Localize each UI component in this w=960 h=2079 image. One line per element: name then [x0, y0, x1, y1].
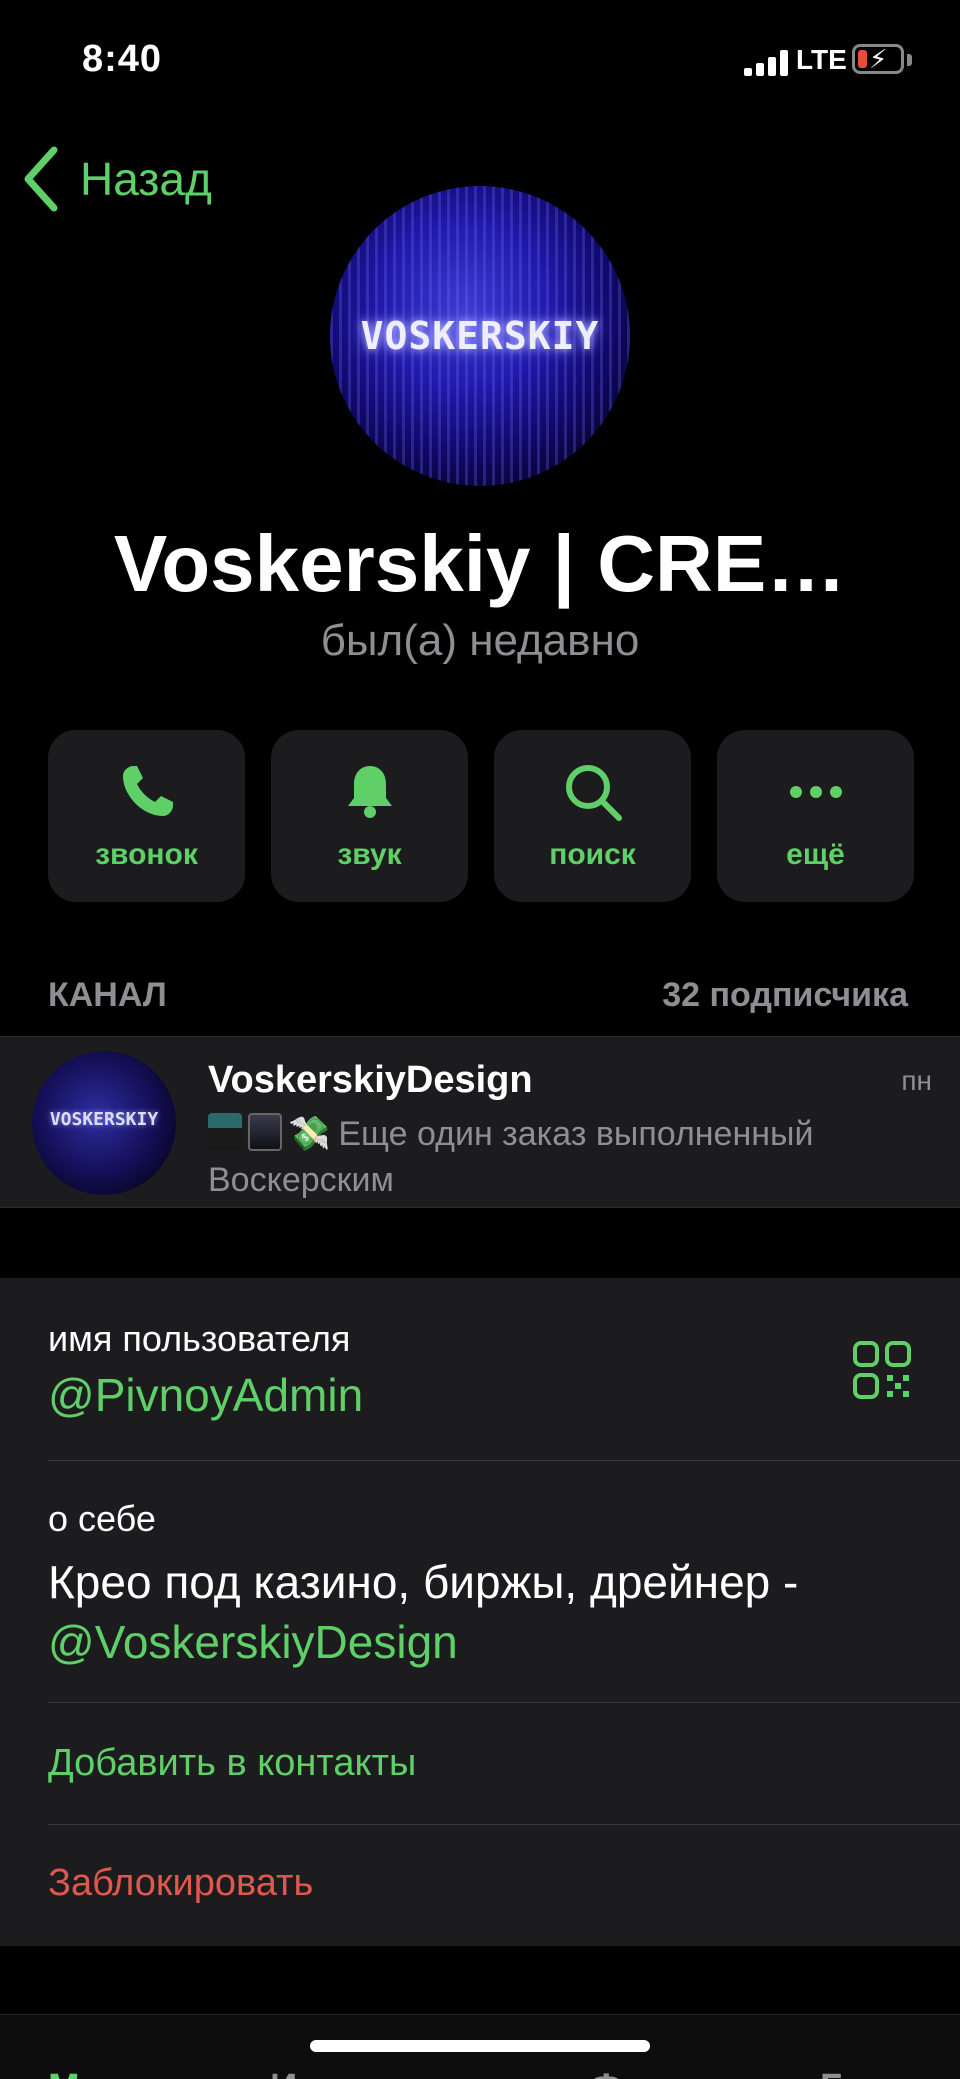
- search-button[interactable]: поиск: [494, 730, 691, 902]
- about-text: Крео под казино, биржы, дрейнер - @Voske…: [48, 1552, 928, 1672]
- back-label: Назад: [80, 153, 212, 205]
- status-time: 8:40: [82, 38, 163, 80]
- about-body: Крео под казино, биржы, дрейнер -: [48, 1556, 799, 1608]
- divider: [48, 1824, 960, 1825]
- battery-icon: ⚡: [852, 44, 904, 74]
- battery-cap: [907, 54, 912, 66]
- tab-favorites[interactable]: И: [270, 2067, 297, 2079]
- sound-label: звук: [337, 838, 402, 871]
- username-label: имя пользователя: [48, 1318, 351, 1359]
- qr-code-icon[interactable]: [852, 1340, 912, 1400]
- divider: [48, 1702, 960, 1703]
- more-label: ещё: [786, 838, 845, 871]
- search-label: поиск: [549, 838, 636, 871]
- about-row: о себе Крео под казино, биржы, дрейнер -…: [48, 1498, 960, 1672]
- channel-avatar: VOSKERSKIY: [32, 1051, 176, 1195]
- tab-media[interactable]: М: [48, 2067, 80, 2079]
- call-button[interactable]: звонок: [48, 730, 245, 902]
- home-indicator[interactable]: [310, 2040, 650, 2052]
- add-contact-button[interactable]: Добавить в контакты: [48, 1742, 960, 1785]
- tab-voice[interactable]: Г: [820, 2067, 842, 2079]
- signal-icon: [744, 50, 788, 76]
- avatar-logo-text: VOSKERSKIY: [360, 314, 600, 358]
- channel-section-title: КАНАЛ: [48, 976, 167, 1014]
- action-buttons: звонок звук поиск ещё: [48, 730, 914, 902]
- channel-card[interactable]: VOSKERSKIY VoskerskiyDesign пн 💸 Еще один…: [0, 1036, 960, 1208]
- more-button[interactable]: ещё: [717, 730, 914, 902]
- bell-icon: [347, 766, 392, 818]
- sound-button[interactable]: звук: [271, 730, 468, 902]
- status-bar: 8:40 LTE ⚡: [0, 0, 960, 120]
- channel-section-header: КАНАЛ 32 подписчика: [48, 976, 908, 1015]
- phone-icon: [122, 766, 173, 816]
- profile-status: был(а) недавно: [320, 616, 640, 665]
- channel-time: пн: [901, 1065, 932, 1096]
- tab-files[interactable]: Ф: [590, 2067, 622, 2079]
- channel-name: VoskerskiyDesign: [208, 1059, 533, 1101]
- profile-avatar[interactable]: VOSKERSKIY: [330, 186, 630, 486]
- channel-preview: 💸 Еще один заказ выполненный Воскерским: [208, 1111, 928, 1203]
- about-link[interactable]: @VoskerskiyDesign: [48, 1616, 458, 1668]
- network-type: LTE: [796, 44, 847, 75]
- preview-thumbnail: [248, 1113, 282, 1151]
- search-icon: [565, 765, 622, 821]
- money-icon: 💸: [288, 1115, 331, 1153]
- channel-avatar-text: VOSKERSKIY: [49, 1109, 159, 1130]
- profile-name: Voskerskiy | CRE…: [113, 519, 847, 608]
- divider: [48, 1460, 960, 1461]
- call-label: звонок: [95, 838, 198, 871]
- chevron-left-icon: [24, 146, 58, 212]
- more-icon: [789, 786, 842, 798]
- username-value[interactable]: @PivnoyAdmin: [48, 1368, 960, 1422]
- username-row[interactable]: имя пользователя @PivnoyAdmin: [48, 1318, 960, 1422]
- info-card: имя пользователя @PivnoyAdmin о себе Кре…: [0, 1278, 960, 1946]
- preview-thumbnail: [208, 1113, 242, 1151]
- back-button[interactable]: Назад: [20, 146, 212, 212]
- about-label: о себе: [48, 1498, 156, 1539]
- channel-subscribers: 32 подписчика: [662, 976, 908, 1014]
- block-button[interactable]: Заблокировать: [48, 1862, 960, 1905]
